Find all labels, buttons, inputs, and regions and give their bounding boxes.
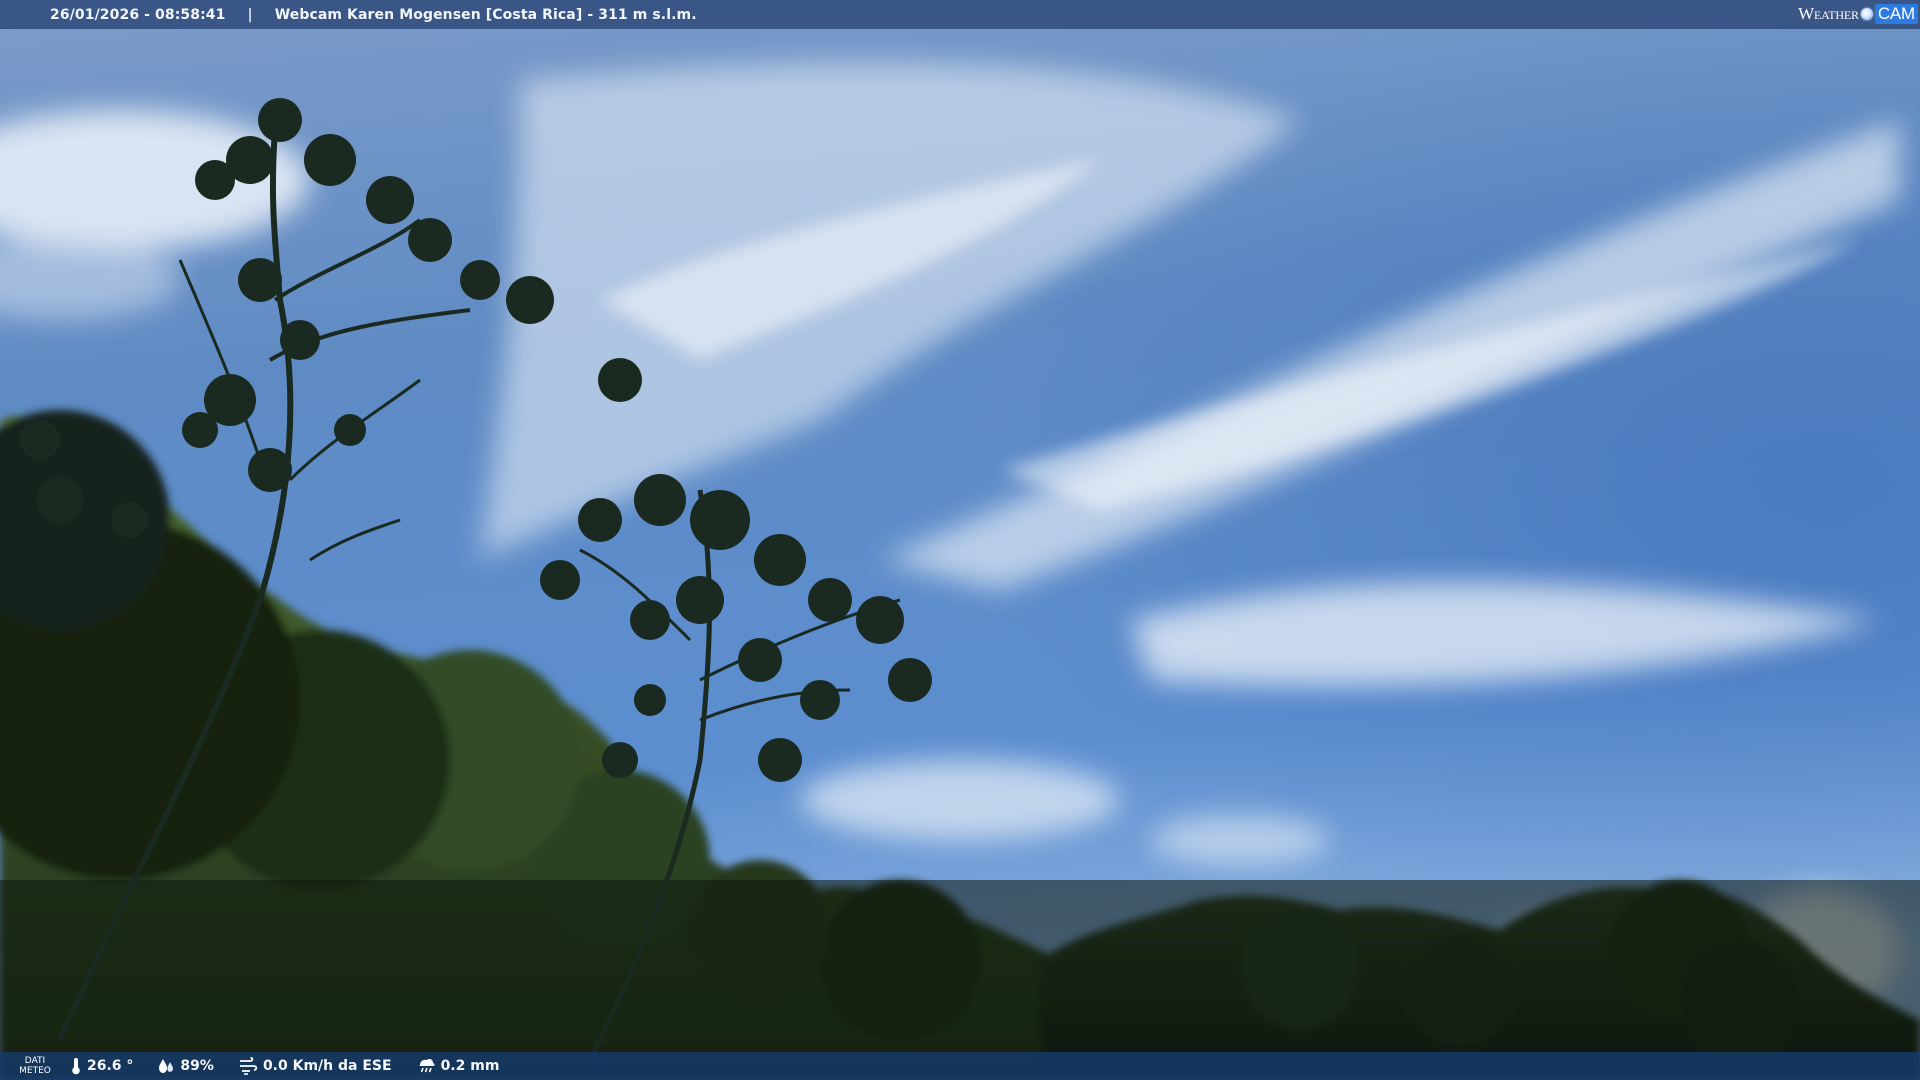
weather-data-label: DATI METEO bbox=[0, 1056, 70, 1076]
weather-data-label-line1: DATI bbox=[24, 1056, 46, 1066]
wind-icon bbox=[239, 1057, 258, 1075]
weathercam-logo[interactable]: Weather CAM bbox=[1798, 3, 1918, 25]
webcam-image bbox=[0, 0, 1920, 1080]
caption-bar: 26/01/2026 - 08:58:41 | Webcam Karen Mog… bbox=[0, 0, 1920, 29]
water-drops-icon bbox=[159, 1059, 174, 1073]
weather-data-bar: DATI METEO 26.6 ° 89% 0.0 Km/h da ESE 0.… bbox=[0, 1052, 1920, 1080]
logo-text-weather: Weather bbox=[1798, 4, 1859, 23]
camera-title: Webcam Karen Mogensen [Costa Rica] - 311… bbox=[274, 6, 697, 23]
logo-text-cam: CAM bbox=[1874, 4, 1918, 24]
wind-reading: 0.0 Km/h da ESE bbox=[238, 1057, 392, 1075]
caption-separator: | bbox=[247, 6, 253, 23]
rain-reading: 0.2 mm bbox=[416, 1057, 500, 1075]
globe-icon bbox=[1860, 8, 1873, 20]
temperature-value: 26.6 ° bbox=[87, 1058, 134, 1074]
temperature-reading: 26.6 ° bbox=[70, 1057, 133, 1075]
rain-icon bbox=[418, 1059, 435, 1073]
wind-value: 0.0 Km/h da ESE bbox=[262, 1058, 392, 1074]
timestamp: 26/01/2026 - 08:58:41 bbox=[50, 6, 226, 23]
humidity-reading: 89% bbox=[157, 1057, 214, 1075]
humidity-value: 89% bbox=[180, 1058, 214, 1074]
thermometer-icon bbox=[72, 1058, 80, 1075]
weather-data-label-line2: METEO bbox=[19, 1066, 51, 1076]
webcam-frame: 26/01/2026 - 08:58:41 | Webcam Karen Mog… bbox=[0, 0, 1920, 1080]
rain-value: 0.2 mm bbox=[440, 1058, 500, 1074]
